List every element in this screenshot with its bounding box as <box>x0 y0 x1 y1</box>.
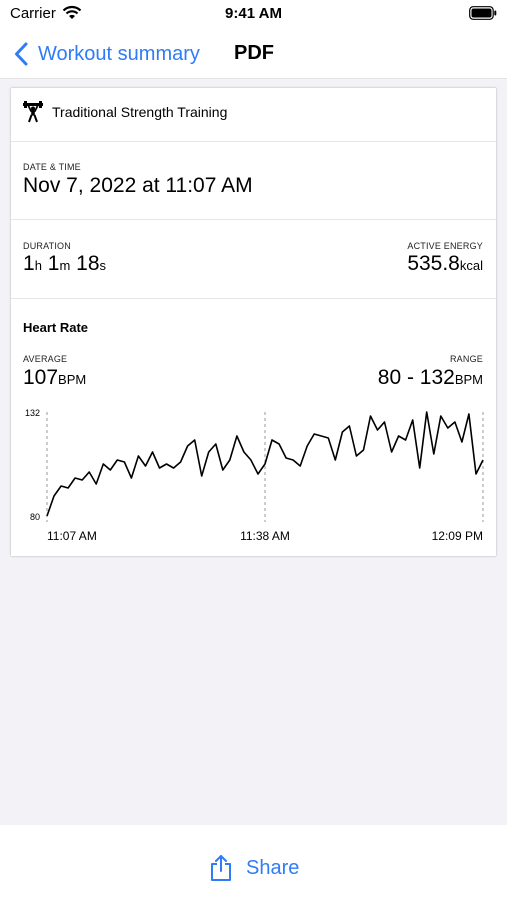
date-time-value: Nov 7, 2022 at 11:07 AM <box>23 174 253 197</box>
hr-average-caption: AVERAGE <box>23 354 68 364</box>
status-time: 9:41 AM <box>225 5 282 22</box>
divider <box>11 219 496 220</box>
bottom-toolbar: Share <box>0 825 507 900</box>
hr-range-caption: RANGE <box>449 354 483 364</box>
divider <box>11 141 496 142</box>
workout-type: Traditional Strength Training <box>52 104 228 120</box>
heart-rate-chart: 132 80 11:07 AM 11:38 AM 12:09 PM <box>25 408 484 543</box>
navbar-divider <box>0 78 507 79</box>
share-icon <box>211 855 231 881</box>
back-button-label: Workout summary <box>38 42 200 65</box>
active-energy-value: 535.8kcal <box>407 252 483 275</box>
status-bar: Carrier 9:41 AM <box>0 0 507 30</box>
share-button-label: Share <box>246 856 300 879</box>
heart-rate-title: Heart Rate <box>23 320 89 335</box>
divider <box>11 298 496 299</box>
weightlifting-icon <box>23 101 43 123</box>
x-tick-label: 11:07 AM <box>47 529 97 543</box>
duration-caption: DURATION <box>23 241 71 251</box>
back-button[interactable]: Workout summary <box>14 39 200 69</box>
hr-range-value: 80 - 132BPM <box>377 366 483 389</box>
hr-average-value: 107BPM <box>23 366 87 389</box>
x-tick-label: 11:38 AM <box>240 529 290 543</box>
share-button[interactable]: Share <box>210 855 299 881</box>
page-title: PDF <box>234 42 274 64</box>
duration-value: 1h 1m 18s <box>23 252 106 275</box>
battery-icon <box>469 6 497 20</box>
navigation-bar: Workout summary PDF <box>0 30 507 78</box>
active-energy-caption: ACTIVE ENERGY <box>407 241 483 251</box>
workout-summary-page[interactable]: Traditional Strength Training DATE & TIM… <box>11 88 496 556</box>
date-time-caption: DATE & TIME <box>23 162 81 172</box>
heart-rate-line <box>46 411 484 517</box>
x-tick-label: 12:09 PM <box>432 529 483 543</box>
y-tick-label: 132 <box>25 408 40 418</box>
chevron-left-icon <box>15 42 28 66</box>
y-tick-label: 80 <box>30 512 40 522</box>
